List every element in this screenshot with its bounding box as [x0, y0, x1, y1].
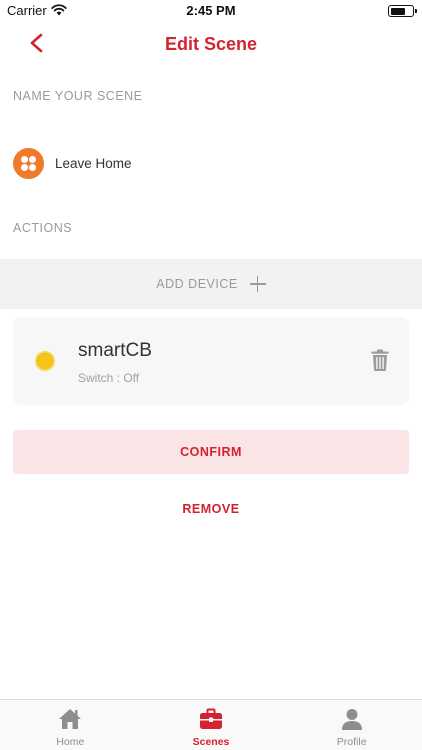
add-device-button[interactable]: ADD DEVICE — [0, 259, 422, 309]
tab-scenes-label: Scenes — [192, 736, 230, 748]
navigation-bar: Edit Scene — [0, 22, 422, 66]
home-icon — [59, 709, 82, 729]
four-dots-icon — [13, 147, 44, 179]
person-icon — [341, 709, 362, 730]
actions-section-label: ACTIONS — [13, 221, 73, 235]
briefcase-icon — [200, 708, 222, 729]
bulb-icon — [35, 351, 55, 371]
tab-profile[interactable]: Profile — [281, 700, 422, 750]
battery-icon — [388, 5, 417, 17]
scene-name-row[interactable]: Leave Home — [13, 147, 132, 179]
confirm-label: CONFIRM — [180, 445, 242, 459]
tab-home[interactable]: Home — [0, 700, 141, 750]
tab-profile-label: Profile — [336, 736, 367, 748]
add-device-label: ADD DEVICE — [156, 277, 238, 291]
status-bar: Carrier 2:45 PM — [0, 0, 422, 22]
remove-label: REMOVE — [182, 502, 240, 516]
plus-icon — [249, 276, 266, 292]
tab-bar: Home Scenes Profile — [0, 699, 422, 750]
device-card[interactable]: smartCB Switch : Off — [13, 317, 409, 405]
confirm-button[interactable]: CONFIRM — [13, 430, 409, 474]
tab-scenes[interactable]: Scenes — [141, 700, 282, 750]
delete-device-button[interactable] — [371, 349, 389, 371]
tab-home-label: Home — [56, 736, 85, 748]
device-name: smartCB — [78, 340, 152, 361]
status-time: 2:45 PM — [186, 3, 236, 18]
device-status: Switch : Off — [78, 371, 140, 385]
name-section-label: NAME YOUR SCENE — [13, 89, 143, 103]
remove-button[interactable]: REMOVE — [161, 499, 261, 519]
trash-icon — [371, 349, 389, 371]
scene-name: Leave Home — [55, 155, 132, 171]
page-title: Edit Scene — [164, 34, 258, 54]
